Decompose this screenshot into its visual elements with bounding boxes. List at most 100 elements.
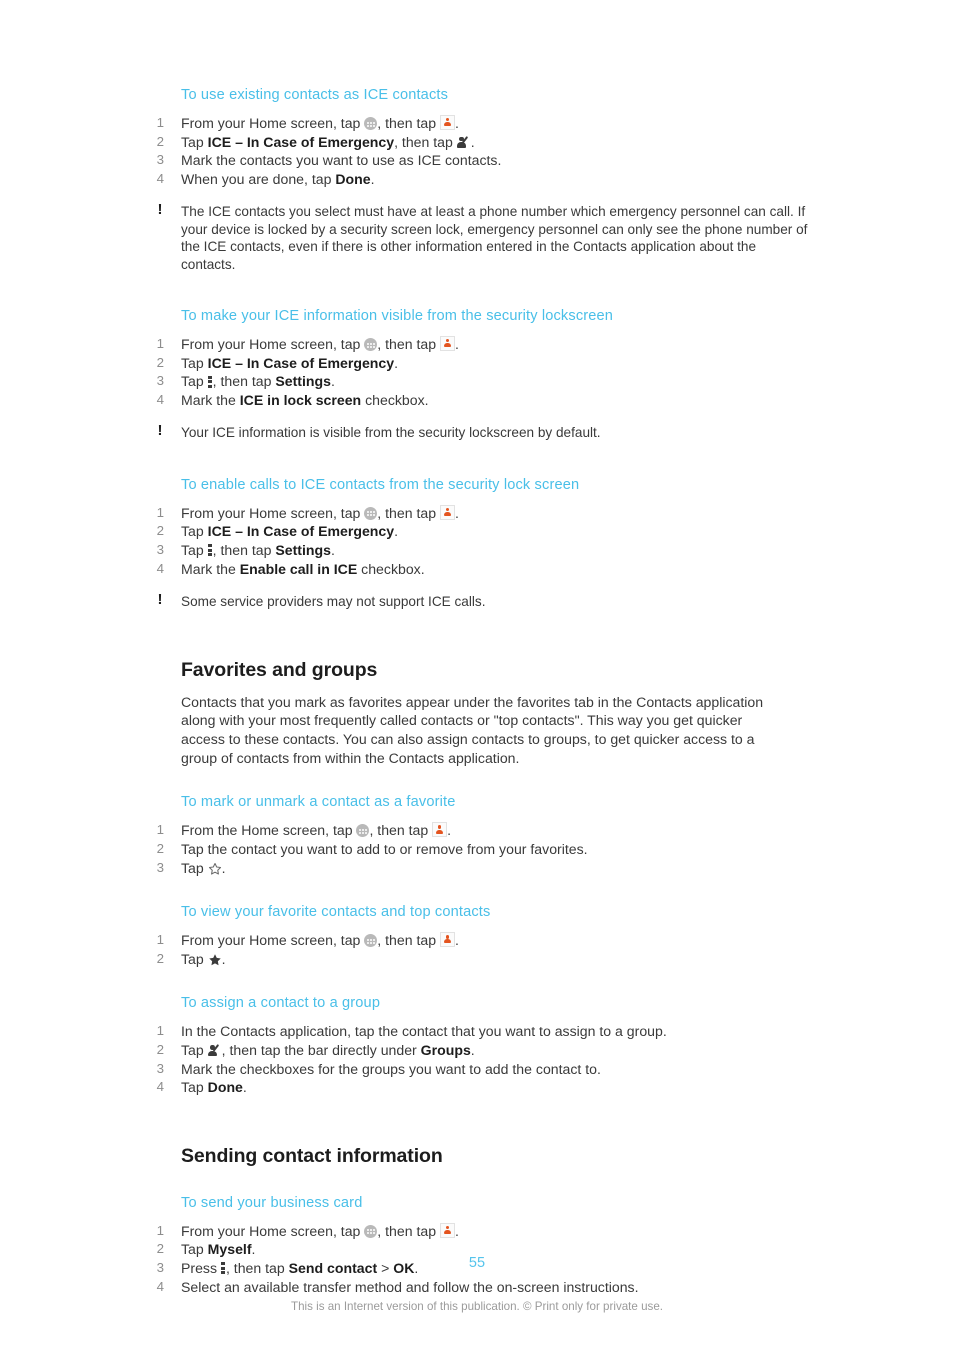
contacts-app-icon xyxy=(440,1222,455,1238)
step-text: Tap xyxy=(181,1079,204,1096)
step-text: , then tap xyxy=(394,133,453,150)
step-text: , then tap xyxy=(369,822,429,839)
step-text: . xyxy=(221,859,226,876)
step-text: , then tap xyxy=(212,373,272,390)
step-item: From your Home screen, tap , then tap . xyxy=(148,335,808,354)
step-text: Tap xyxy=(181,523,204,540)
star-filled-icon xyxy=(208,953,222,967)
step-item: Tap Done. xyxy=(148,1078,808,1097)
contacts-app-icon xyxy=(440,336,455,351)
step-text: . xyxy=(447,822,452,839)
step-text: From your Home screen, tap xyxy=(181,932,361,949)
step-item: Mark the ICE in lock screen checkbox. xyxy=(148,391,808,410)
note-block: ! Some service providers may not support… xyxy=(148,591,808,610)
step-text: From your Home screen, tap xyxy=(181,336,361,352)
step-emphasis: Settings xyxy=(275,541,331,558)
procedure-title: To mark or unmark a contact as a favorit… xyxy=(181,794,456,811)
star-outline-icon xyxy=(208,862,222,876)
step-text: , then tap xyxy=(377,336,437,352)
contacts-app-icon xyxy=(440,504,455,520)
step-text: From your Home screen, tap xyxy=(181,115,361,131)
procedure-send-business-card: To send your business card From your Hom… xyxy=(148,1194,808,1296)
procedure-title: To assign a contact to a group xyxy=(181,995,381,1012)
step-text: Mark the xyxy=(181,560,236,577)
step-text: . xyxy=(242,1079,247,1096)
document-page: To use existing contacts as ICE contacts… xyxy=(0,0,954,1350)
page-section-heading: Favorites and groups xyxy=(181,658,378,681)
step-text: Tap xyxy=(181,1041,204,1058)
app-drawer-icon xyxy=(364,338,378,351)
step-text: . xyxy=(455,1222,459,1239)
overflow-menu-icon xyxy=(207,375,213,388)
procedure-mark-favorite: To mark or unmark a contact as a favorit… xyxy=(148,793,808,877)
app-drawer-icon xyxy=(364,117,378,130)
step-list: From your Home screen, tap , then tap . … xyxy=(148,931,808,968)
step-text: , then tap the bar directly under xyxy=(221,1041,417,1058)
note-text: Your ICE information is visible from the… xyxy=(181,425,601,441)
step-text: . xyxy=(470,1041,475,1058)
step-text: . xyxy=(394,523,398,540)
step-item: From the Home screen, tap , then tap . xyxy=(148,821,808,840)
step-item: Mark the Enable call in ICE checkbox. xyxy=(148,560,808,579)
step-item: Tap ICE – In Case of Emergency. xyxy=(148,354,808,373)
footer-copyright-note: This is an Internet version of this publ… xyxy=(291,1300,663,1313)
app-drawer-icon xyxy=(356,824,370,838)
note-text: Some service providers may not support I… xyxy=(181,594,486,610)
step-list: From the Home screen, tap , then tap . T… xyxy=(148,821,808,877)
step-item: In the Contacts application, tap the con… xyxy=(148,1022,667,1040)
step-text: . xyxy=(455,932,459,949)
step-text: , then tap xyxy=(377,1222,437,1239)
procedure-use-existing-contacts: To use existing contacts as ICE contacts… xyxy=(148,86,808,273)
step-text: Tap xyxy=(181,133,204,150)
step-list: In the Contacts application, tap the con… xyxy=(148,1022,808,1096)
step-text: Tap xyxy=(181,950,204,967)
step-text: checkbox. xyxy=(361,560,425,577)
step-emphasis: ICE – In Case of Emergency xyxy=(207,133,395,150)
step-item: Tap the contact you want to add to or re… xyxy=(148,840,588,858)
step-text: Tap xyxy=(181,859,204,876)
step-emphasis: ICE – In Case of Emergency xyxy=(207,523,395,540)
procedure-title: To send your business card xyxy=(181,1194,363,1211)
step-text: , then tap xyxy=(377,932,437,949)
procedure-title: To make your ICE information visible fro… xyxy=(181,308,614,324)
note-text: The ICE contacts you select must have at… xyxy=(181,204,808,272)
step-text: . xyxy=(455,336,459,352)
procedure-make-ice-visible: To make your ICE information visible fro… xyxy=(148,307,808,442)
app-drawer-icon xyxy=(364,934,378,948)
step-item: When you are done, tap Done. xyxy=(148,170,808,189)
step-text: . xyxy=(470,133,475,150)
step-text: checkbox. xyxy=(365,391,429,408)
page-number: 55 xyxy=(468,1255,486,1271)
step-item: Tap , then tap Settings. xyxy=(148,372,808,391)
step-item: Tap , then tap Settings. xyxy=(148,541,808,560)
step-item: Tap . xyxy=(148,950,808,969)
step-item: From your Home screen, tap , then tap . xyxy=(148,1222,808,1241)
page-content: To use existing contacts as ICE contacts… xyxy=(148,86,808,1296)
page-section-heading: Sending contact information xyxy=(181,1144,443,1167)
app-drawer-icon xyxy=(364,506,378,520)
step-text: . xyxy=(330,541,335,558)
procedure-view-favorites: To view your favorite contacts and top c… xyxy=(148,903,808,968)
step-item: Select an available transfer method and … xyxy=(148,1278,639,1296)
step-text: From your Home screen, tap xyxy=(181,504,361,521)
step-item: Mark the checkboxes for the groups you w… xyxy=(148,1060,601,1078)
overflow-menu-icon xyxy=(207,544,213,557)
step-text: Tap xyxy=(181,541,204,558)
step-text: Mark the xyxy=(181,391,236,408)
step-text: . xyxy=(330,373,335,390)
contacts-app-icon xyxy=(440,932,455,948)
step-item: Mark the contacts you want to use as ICE… xyxy=(148,151,502,169)
step-item: Tap ICE – In Case of Emergency, then tap… xyxy=(148,133,808,152)
step-emphasis: Done xyxy=(335,170,371,187)
step-text: From your Home screen, tap xyxy=(181,1222,361,1239)
step-text: , then tap xyxy=(377,115,437,131)
step-text: When you are done, tap xyxy=(181,170,332,187)
step-item: Tap , then tap the bar directly under Gr… xyxy=(148,1041,808,1060)
person-edit-icon xyxy=(457,135,471,149)
section-body-text: Contacts that you mark as favorites appe… xyxy=(181,693,764,766)
step-item: From your Home screen, tap , then tap . xyxy=(148,114,808,133)
note-marker-icon: ! xyxy=(157,422,163,440)
step-list: From your Home screen, tap , then tap . … xyxy=(148,114,808,188)
step-text: From the Home screen, tap xyxy=(181,822,353,839)
step-emphasis: Done xyxy=(207,1079,243,1096)
